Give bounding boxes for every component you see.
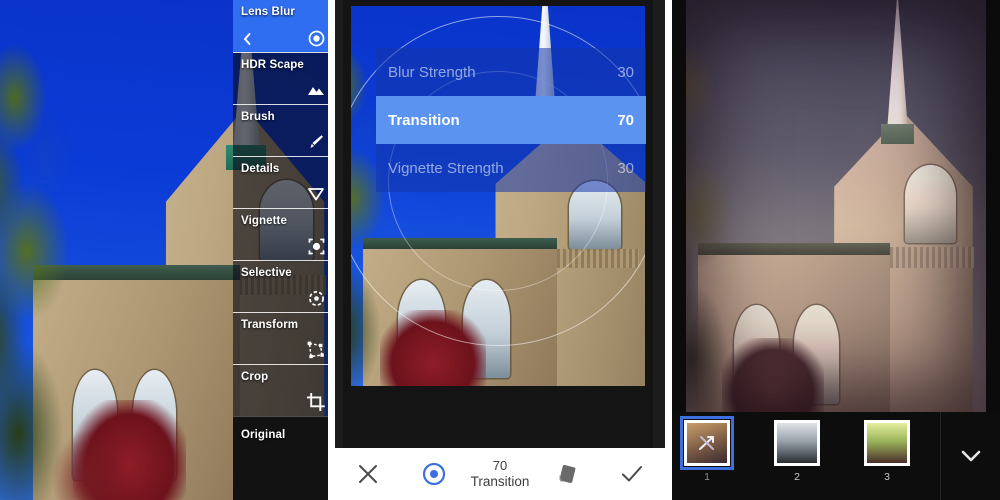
lens-blur-icon: [421, 461, 447, 487]
slider-row-blur-strength[interactable]: Blur Strength 30: [376, 48, 646, 96]
parameter-list: Blur Strength 30 Transition 70 Vignette …: [376, 48, 646, 192]
close-x-icon: [357, 463, 379, 485]
mid-photo-frame: Blur Strength 30 Transition 70 Vignette …: [343, 0, 653, 448]
menu-item-label: Vignette: [241, 215, 287, 227]
menu-item-hdr-scape[interactable]: HDR Scape: [233, 52, 333, 104]
chevron-down-icon: [960, 449, 982, 463]
slider-value: 30: [617, 63, 634, 81]
brush-icon: [307, 133, 325, 151]
mountains-icon: [307, 81, 325, 99]
panel-divider-left: [328, 0, 335, 500]
preset-thumb-3[interactable]: 3: [864, 420, 910, 483]
compare-stack-icon: [554, 462, 578, 486]
triangle-down-icon: [307, 185, 325, 203]
menu-item-transform[interactable]: Transform: [233, 312, 333, 364]
cancel-button[interactable]: [335, 463, 401, 485]
preset-thumbnails: 1 2 3: [680, 416, 910, 483]
lens-blur-tool-button[interactable]: [401, 461, 467, 487]
slider-value: 70: [617, 111, 634, 129]
preset-thumb-1[interactable]: 1: [680, 416, 734, 483]
menu-item-label: Selective: [241, 267, 292, 279]
checkmark-icon: [620, 462, 644, 486]
menu-item-label: Original: [241, 429, 286, 441]
photo-filtered-result[interactable]: [686, 0, 986, 412]
vignette-icon: [307, 237, 325, 255]
menu-item-label: Transform: [241, 319, 299, 331]
preset-thumb-image: [774, 420, 820, 466]
preset-label: 3: [884, 471, 890, 483]
preset-label: 1: [704, 471, 710, 483]
menu-item-selective[interactable]: Selective: [233, 260, 333, 312]
menu-item-crop[interactable]: Crop: [233, 364, 333, 416]
selective-target-icon: [307, 289, 325, 307]
vignette-overlay: [686, 0, 986, 412]
preset-thumb-2[interactable]: 2: [774, 420, 820, 483]
parameter-value: 70: [492, 457, 508, 473]
menu-item-details[interactable]: Details: [233, 156, 333, 208]
arrows-cross-icon: [687, 423, 727, 463]
preset-filmstrip: 1 2 3: [672, 412, 1000, 500]
preset-label: 2: [794, 471, 800, 483]
chevron-left-icon[interactable]: [240, 31, 254, 47]
panel-divider-right: [665, 0, 672, 500]
menu-item-label: Lens Blur: [241, 6, 295, 18]
screenshot-root: Lens Blur HDR Scape Brush Details Vignet…: [0, 0, 1000, 500]
menu-item-label: HDR Scape: [241, 59, 304, 71]
transform-icon: [307, 341, 325, 359]
apply-button[interactable]: [599, 462, 665, 486]
panel-mid-lens-blur: Blur Strength 30 Transition 70 Vignette …: [335, 0, 665, 500]
preset-thumb-image: [864, 420, 910, 466]
menu-item-lens-blur[interactable]: Lens Blur: [233, 0, 333, 52]
red-bush: [380, 310, 487, 386]
menu-item-original[interactable]: Original: [233, 416, 333, 500]
panel-left-editor: Lens Blur HDR Scape Brush Details Vignet…: [0, 0, 333, 500]
menu-item-vignette[interactable]: Vignette: [233, 208, 333, 260]
red-bush-secondary: [53, 430, 127, 500]
crop-icon: [307, 393, 325, 411]
lens-blur-toolbar: 70 Transition: [335, 448, 665, 500]
menu-item-brush[interactable]: Brush: [233, 104, 333, 156]
panel-right-result: 1 2 3: [672, 0, 1000, 500]
parameter-name: Transition: [470, 473, 530, 489]
current-parameter-readout[interactable]: 70 Transition: [467, 457, 533, 489]
menu-item-label: Details: [241, 163, 280, 175]
slider-value: 30: [617, 159, 634, 177]
slider-row-transition[interactable]: Transition 70: [376, 96, 646, 144]
tool-menu: Lens Blur HDR Scape Brush Details Vignet…: [233, 0, 333, 500]
lens-blur-icon: [307, 29, 325, 47]
slider-row-vignette-strength[interactable]: Vignette Strength 30: [376, 144, 646, 192]
compare-button[interactable]: [533, 462, 599, 486]
slider-label: Transition: [388, 111, 460, 129]
expand-presets-button[interactable]: [940, 412, 1000, 500]
slider-label: Vignette Strength: [388, 159, 504, 177]
preset-thumb-image: [680, 416, 734, 470]
slider-label: Blur Strength: [388, 63, 476, 81]
menu-item-label: Brush: [241, 111, 275, 123]
menu-item-label: Crop: [241, 371, 269, 383]
